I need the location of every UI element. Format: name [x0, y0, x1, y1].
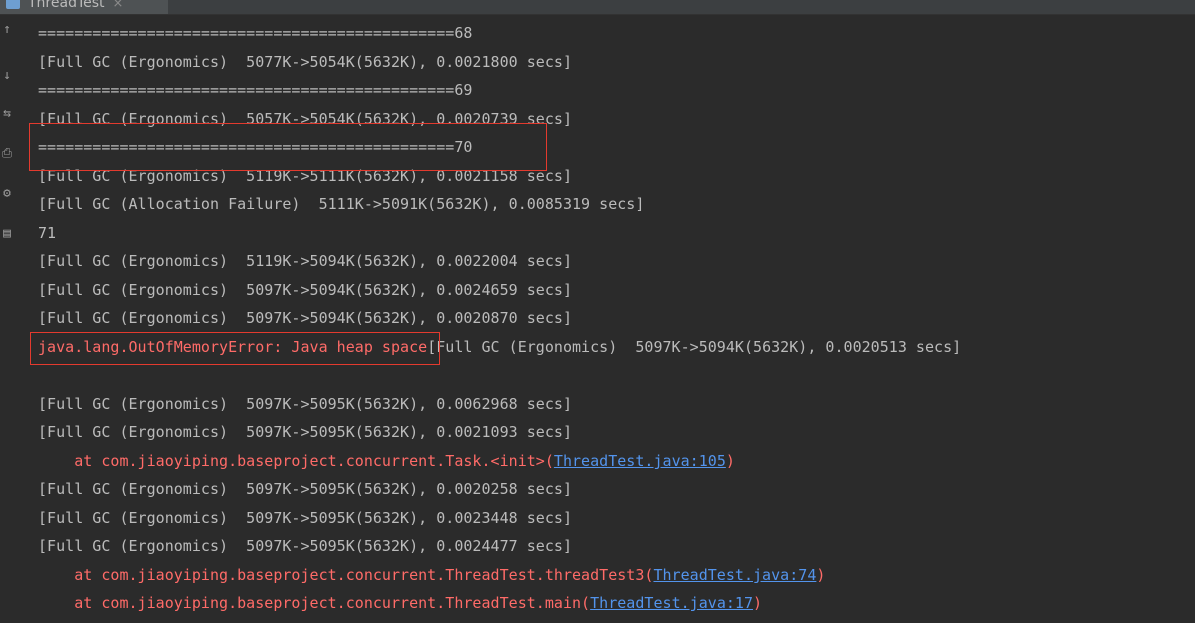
console-line: [Full GC (Ergonomics) 5097K->5095K(5632K… — [38, 423, 572, 441]
tab-title: ThreadTest — [28, 0, 105, 11]
scroll-down-icon[interactable]: ↓ — [1, 69, 13, 83]
stack-trace-link[interactable]: ThreadTest.java:105 — [554, 452, 726, 470]
close-icon[interactable]: × — [113, 0, 124, 11]
highlight-box-70 — [29, 123, 547, 171]
print-icon[interactable]: ⎙ — [1, 147, 13, 161]
highlight-box-oom — [30, 332, 440, 365]
stack-trace-link[interactable]: ThreadTest.java:74 — [653, 566, 816, 584]
stack-trace-line: at com.jiaoyiping.baseproject.concurrent… — [38, 566, 826, 584]
scroll-up-icon[interactable]: ↑ — [1, 23, 13, 37]
console-line: ========================================… — [38, 81, 473, 99]
console-line: [Full GC (Ergonomics) 5097K->5094K(5632K… — [38, 281, 572, 299]
editor-tab-bar: ThreadTest × — [0, 0, 1195, 15]
console-toolbar: ↑ ↓ ⇆ ⎙ ⚙ ▤ — [0, 15, 14, 623]
console-line: [Full GC (Ergonomics) 5097K->5094K(5632K… — [38, 309, 572, 327]
stack-trace-line: at com.jiaoyiping.baseproject.concurrent… — [38, 452, 735, 470]
console-line: [Full GC (Ergonomics) 5097K->5095K(5632K… — [38, 480, 572, 498]
tab-threadtest[interactable]: ThreadTest × — [0, 0, 168, 14]
console-line: ========================================… — [38, 24, 473, 42]
stack-trace-line: at com.jiaoyiping.baseproject.concurrent… — [38, 594, 763, 612]
soft-wrap-icon[interactable]: ⇆ — [1, 107, 13, 121]
settings-icon[interactable]: ⚙ — [1, 187, 13, 201]
console-line: [Full GC (Ergonomics) 5097K->5095K(5632K… — [38, 537, 572, 555]
console-output[interactable]: ========================================… — [14, 15, 1195, 623]
console-line: [Full GC (Ergonomics) 5119K->5094K(5632K… — [38, 252, 572, 270]
console-line: 71 — [38, 224, 57, 242]
clear-all-icon[interactable]: ▤ — [1, 227, 13, 241]
console-line: [Full GC (Ergonomics) 5097K->5095K(5632K… — [38, 509, 572, 527]
console-line: [Full GC (Ergonomics) 5077K->5054K(5632K… — [38, 53, 572, 71]
stack-trace-link[interactable]: ThreadTest.java:17 — [590, 594, 753, 612]
run-config-icon — [6, 0, 20, 9]
console-line: [Full GC (Allocation Failure) 5111K->509… — [38, 195, 645, 213]
console-line: [Full GC (Ergonomics) 5097K->5095K(5632K… — [38, 395, 572, 413]
